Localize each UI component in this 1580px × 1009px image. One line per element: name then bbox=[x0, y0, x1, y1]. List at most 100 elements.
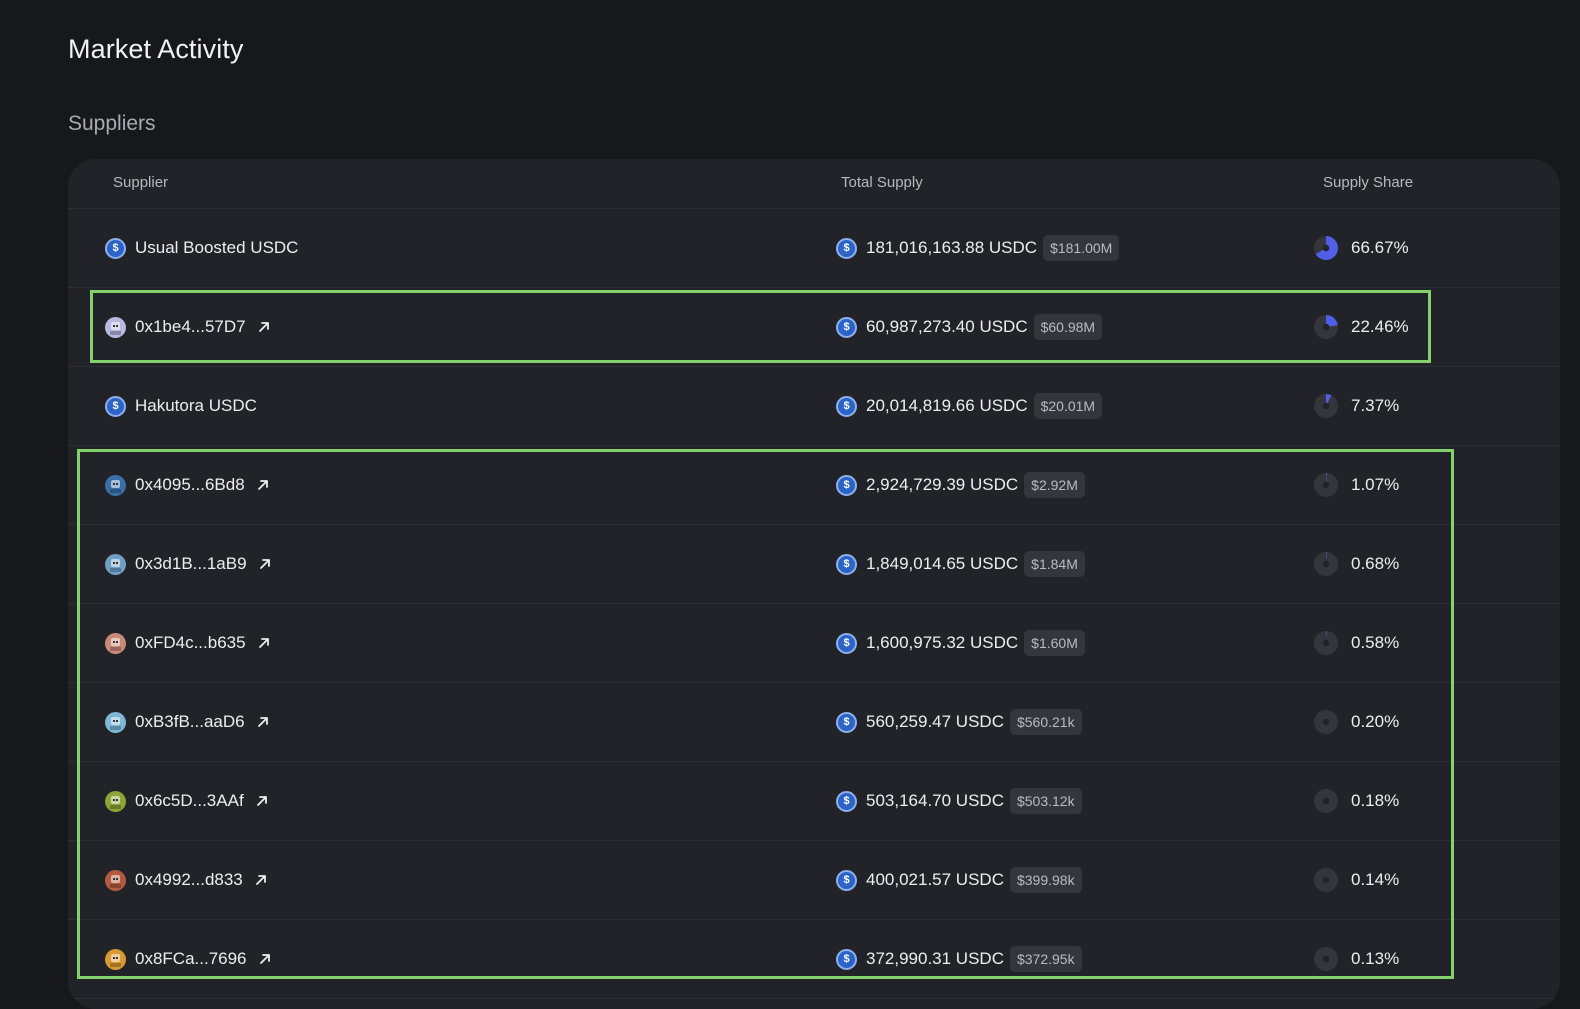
usdc-icon: $ bbox=[836, 237, 857, 259]
avatar-icon bbox=[105, 474, 126, 496]
share-pie-icon bbox=[1314, 315, 1338, 339]
usd-value-badge: $560.21k bbox=[1009, 709, 1082, 735]
supplier-name[interactable]: 0x8FCa...7696 bbox=[135, 949, 247, 969]
external-link-icon[interactable] bbox=[255, 477, 271, 493]
usd-value-badge: $1.60M bbox=[1024, 630, 1085, 656]
usdc-icon: $ bbox=[836, 869, 857, 891]
usd-value-badge: $2.92M bbox=[1024, 472, 1085, 498]
supply-share-percent: 0.20% bbox=[1351, 712, 1400, 731]
supplier-name[interactable]: 0xB3fB...aaD6 bbox=[135, 712, 245, 732]
suppliers-table: Supplier Total Supply Supply Share $ Usua… bbox=[68, 159, 1560, 1009]
total-supply-cell: $1,600,975.32 USDC $1.60M bbox=[836, 604, 1085, 682]
table-row[interactable]: 0x3d1B...1aB9 $1,849,014.65 USDC $1.84M 0.6… bbox=[68, 525, 1560, 604]
total-supply-cell: $400,021.57 USDC $399.98k bbox=[836, 841, 1082, 919]
table-body: $ Usual Boosted USDC $181,016,163.88 USDC $… bbox=[68, 209, 1560, 999]
table-row[interactable]: 0x1be4...57D7 $60,987,273.40 USDC $60.98M 2… bbox=[68, 288, 1560, 367]
supplier-name[interactable]: 0x3d1B...1aB9 bbox=[135, 554, 247, 574]
share-pie-icon bbox=[1314, 868, 1338, 892]
page-title: Market Activity bbox=[68, 34, 244, 64]
header-total-supply: Total Supply bbox=[841, 174, 923, 191]
total-supply-amount: 560,259.47 USDC bbox=[866, 712, 1004, 731]
total-supply-cell: $60,987,273.40 USDC $60.98M bbox=[836, 288, 1103, 366]
share-pie-icon bbox=[1314, 236, 1338, 260]
table-row[interactable]: 0x4992...d833 $400,021.57 USDC $399.98k 0.1… bbox=[68, 841, 1560, 920]
avatar-icon bbox=[105, 632, 126, 654]
supply-share-percent: 0.18% bbox=[1351, 791, 1400, 810]
supply-share-percent: 66.67% bbox=[1351, 238, 1409, 257]
supplier-name[interactable]: 0x6c5D...3AAf bbox=[135, 791, 244, 811]
usd-value-badge: $20.01M bbox=[1033, 393, 1103, 419]
supplier-cell: $ Hakutora USDC bbox=[105, 367, 257, 445]
supply-share-percent: 7.37% bbox=[1351, 396, 1400, 415]
external-link-icon[interactable] bbox=[257, 951, 273, 967]
share-pie-icon bbox=[1314, 710, 1338, 734]
usdc-icon: $ bbox=[105, 237, 126, 259]
supply-share-cell: 22.46% bbox=[1314, 288, 1409, 366]
supplier-name[interactable]: 0x4095...6Bd8 bbox=[135, 475, 245, 495]
usdc-icon: $ bbox=[836, 632, 857, 654]
total-supply-cell: $372,990.31 USDC $372.95k bbox=[836, 920, 1082, 998]
supply-share-cell: 0.13% bbox=[1314, 920, 1399, 998]
supplier-cell: $ Usual Boosted USDC bbox=[105, 209, 298, 287]
external-link-icon[interactable] bbox=[254, 793, 270, 809]
usd-value-badge: $181.00M bbox=[1043, 235, 1120, 261]
supplier-name[interactable]: 0x1be4...57D7 bbox=[135, 317, 246, 337]
supplier-cell: 0x1be4...57D7 bbox=[105, 288, 272, 366]
total-supply-amount: 20,014,819.66 USDC bbox=[866, 396, 1028, 415]
supply-share-cell: 7.37% bbox=[1314, 367, 1399, 445]
supply-share-percent: 0.13% bbox=[1351, 949, 1400, 968]
external-link-icon[interactable] bbox=[253, 872, 269, 888]
table-row[interactable]: 0x8FCa...7696 $372,990.31 USDC $372.95k 0.1… bbox=[68, 920, 1560, 999]
external-link-icon[interactable] bbox=[255, 714, 271, 730]
external-link-icon[interactable] bbox=[256, 319, 272, 335]
supply-share-percent: 1.07% bbox=[1351, 475, 1400, 494]
avatar-icon bbox=[105, 869, 126, 891]
table-row[interactable]: 0x4095...6Bd8 $2,924,729.39 USDC $2.92M 1.0… bbox=[68, 446, 1560, 525]
table-row[interactable]: 0xFD4c...b635 $1,600,975.32 USDC $1.60M 0.5… bbox=[68, 604, 1560, 683]
avatar-icon bbox=[105, 948, 126, 970]
total-supply-cell: $503,164.70 USDC $503.12k bbox=[836, 762, 1082, 840]
external-link-icon[interactable] bbox=[256, 635, 272, 651]
supply-share-cell: 1.07% bbox=[1314, 446, 1399, 524]
usd-value-badge: $372.95k bbox=[1009, 946, 1082, 972]
supplier-cell: 0xFD4c...b635 bbox=[105, 604, 272, 682]
supplier-name[interactable]: 0x4992...d833 bbox=[135, 870, 243, 890]
avatar-icon bbox=[105, 553, 126, 575]
supplier-cell: 0x6c5D...3AAf bbox=[105, 762, 270, 840]
total-supply-amount: 1,849,014.65 USDC bbox=[866, 554, 1019, 573]
table-row[interactable]: $ Usual Boosted USDC $181,016,163.88 USDC $… bbox=[68, 209, 1560, 288]
usdc-icon: $ bbox=[836, 553, 857, 575]
share-pie-icon bbox=[1314, 789, 1338, 813]
supply-share-percent: 22.46% bbox=[1351, 317, 1409, 336]
supplier-cell: 0x8FCa...7696 bbox=[105, 920, 273, 998]
external-link-icon[interactable] bbox=[257, 556, 273, 572]
table-row[interactable]: 0x6c5D...3AAf $503,164.70 USDC $503.12k 0.1… bbox=[68, 762, 1560, 841]
total-supply-cell: $2,924,729.39 USDC $2.92M bbox=[836, 446, 1085, 524]
supply-share-cell: 66.67% bbox=[1314, 209, 1409, 287]
share-pie-icon bbox=[1314, 473, 1338, 497]
usd-value-badge: $399.98k bbox=[1009, 867, 1082, 893]
supply-share-cell: 0.68% bbox=[1314, 525, 1399, 603]
table-row[interactable]: $ Hakutora USDC $20,014,819.66 USDC $20.01M… bbox=[68, 367, 1560, 446]
avatar-icon bbox=[105, 316, 126, 338]
share-pie-icon bbox=[1314, 631, 1338, 655]
usdc-icon: $ bbox=[836, 474, 857, 496]
total-supply-cell: $1,849,014.65 USDC $1.84M bbox=[836, 525, 1085, 603]
total-supply-amount: 60,987,273.40 USDC bbox=[866, 317, 1028, 336]
total-supply-cell: $560,259.47 USDC $560.21k bbox=[836, 683, 1082, 761]
supply-share-cell: 0.18% bbox=[1314, 762, 1399, 840]
total-supply-amount: 1,600,975.32 USDC bbox=[866, 633, 1019, 652]
usdc-icon: $ bbox=[105, 395, 126, 417]
header-supplier: Supplier bbox=[113, 174, 169, 191]
supplier-cell: 0x4992...d833 bbox=[105, 841, 269, 919]
usdc-icon: $ bbox=[836, 711, 857, 733]
usd-value-badge: $503.12k bbox=[1009, 788, 1082, 814]
total-supply-amount: 503,164.70 USDC bbox=[866, 791, 1004, 810]
header-supply-share: Supply Share bbox=[1323, 174, 1414, 191]
supplier-name[interactable]: 0xFD4c...b635 bbox=[135, 633, 246, 653]
supply-share-percent: 0.68% bbox=[1351, 554, 1400, 573]
supplier-name: Usual Boosted USDC bbox=[135, 238, 299, 257]
share-pie-icon bbox=[1314, 552, 1338, 576]
table-row[interactable]: 0xB3fB...aaD6 $560,259.47 USDC $560.21k 0.2… bbox=[68, 683, 1560, 762]
total-supply-cell: $181,016,163.88 USDC $181.00M bbox=[836, 209, 1120, 287]
